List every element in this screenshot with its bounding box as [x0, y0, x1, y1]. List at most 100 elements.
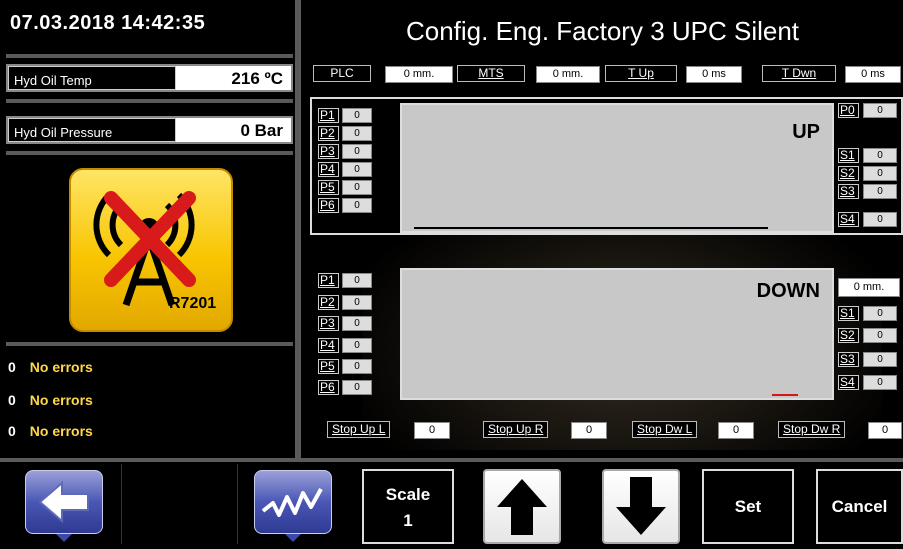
trend-button[interactable] [254, 470, 332, 534]
mts-value: 0 mm. [536, 66, 600, 83]
up-s1-value[interactable]: 0 [863, 148, 897, 163]
divider [6, 151, 293, 155]
trend-graph-icon [261, 488, 323, 517]
down-p2-label: P2 [318, 295, 339, 310]
stop-dw-l-label: Stop Dw L [632, 421, 698, 438]
divider [121, 464, 122, 544]
up-p1-label: P1 [318, 108, 339, 123]
down-p3-label: P3 [318, 316, 339, 331]
error-line: 0 No errors [8, 359, 93, 375]
down-p2-value[interactable]: 0 [342, 295, 372, 310]
sensor-label: Hyd Oil Pressure [8, 118, 176, 142]
t-up-value: 0 ms [686, 66, 742, 83]
down-s3-value[interactable]: 0 [863, 352, 897, 367]
up-s4-label: S4 [838, 212, 859, 227]
down-p6-label: P6 [318, 380, 339, 395]
down-s1-label: S1 [838, 306, 859, 321]
error-line: 0 No errors [8, 392, 93, 408]
up-s3-value[interactable]: 0 [863, 184, 897, 199]
error-line: 0 No errors [8, 423, 93, 439]
alarm-code: R7201 [169, 295, 216, 312]
stop-up-r-value[interactable]: 0 [571, 422, 607, 439]
plc-value: 0 mm. [385, 66, 453, 83]
t-dwn-label: T Dwn [762, 65, 836, 82]
plc-label: PLC [313, 65, 371, 82]
cancel-button[interactable]: Cancel [816, 469, 903, 544]
move-up-button[interactable] [483, 469, 561, 544]
scale-button[interactable]: Scale 1 [362, 469, 454, 544]
hyd-oil-pressure-row: Hyd Oil Pressure 0 Bar [6, 116, 293, 144]
up-p2-label: P2 [318, 126, 339, 141]
down-p5-value[interactable]: 0 [342, 359, 372, 374]
stop-up-r-label: Stop Up R [483, 421, 549, 438]
up-p0-label: P0 [838, 103, 859, 118]
up-p3-label: P3 [318, 144, 339, 159]
up-p4-label: P4 [318, 162, 339, 177]
up-p2-value[interactable]: 0 [342, 126, 372, 141]
trend-button-tip [285, 534, 301, 542]
down-mm-value: 0 mm. [838, 278, 900, 297]
scale-label: Scale [385, 485, 431, 504]
down-p4-label: P4 [318, 338, 339, 353]
down-p5-label: P5 [318, 359, 339, 374]
down-s1-value[interactable]: 0 [863, 306, 897, 321]
down-p4-value[interactable]: 0 [342, 338, 372, 353]
up-p5-value[interactable]: 0 [342, 180, 372, 195]
down-s4-value[interactable]: 0 [863, 375, 897, 390]
down-s2-label: S2 [838, 328, 859, 343]
up-p6-value[interactable]: 0 [342, 198, 372, 213]
up-s2-label: S2 [838, 166, 859, 181]
divider [6, 54, 293, 58]
up-s2-value[interactable]: 0 [863, 166, 897, 181]
t-up-label: T Up [605, 65, 677, 82]
up-plot: UP [400, 103, 834, 233]
set-button[interactable]: Set [702, 469, 794, 544]
stop-dw-r-label: Stop Dw R [778, 421, 846, 438]
up-s3-label: S3 [838, 184, 859, 199]
back-button-tip [56, 534, 72, 542]
stop-up-l-value[interactable]: 0 [414, 422, 450, 439]
down-plot: DOWN [400, 268, 834, 400]
mts-label: MTS [457, 65, 525, 82]
down-p3-value[interactable]: 0 [342, 316, 372, 331]
up-s1-label: S1 [838, 148, 859, 163]
stop-dw-r-value[interactable]: 0 [868, 422, 902, 439]
divider [6, 99, 293, 103]
back-button[interactable] [25, 470, 103, 534]
up-title: UP [792, 121, 820, 143]
down-s4-label: S4 [838, 375, 859, 390]
move-down-button[interactable] [602, 469, 680, 544]
sensor-value: 216 ºC [231, 69, 283, 88]
up-p3-value[interactable]: 0 [342, 144, 372, 159]
sensor-value: 0 Bar [240, 121, 283, 140]
plot-line [414, 227, 768, 229]
down-s2-value[interactable]: 0 [863, 328, 897, 343]
config-panel: Config. Eng. Factory 3 UPC Silent PLC 0 … [302, 0, 903, 458]
alarm-button[interactable]: R7201 [69, 168, 233, 332]
up-s4-value[interactable]: 0 [863, 212, 897, 227]
datetime: 07.03.2018 14:42:35 [10, 12, 206, 34]
panel-divider [295, 0, 301, 458]
sensor-label: Hyd Oil Temp [8, 66, 176, 90]
down-s3-label: S3 [838, 352, 859, 367]
up-p4-value[interactable]: 0 [342, 162, 372, 177]
arrow-down-icon [616, 477, 666, 535]
divider [6, 342, 293, 346]
up-p0-value[interactable]: 0 [863, 103, 897, 118]
toolbar: Scale 1 Set Cancel [0, 458, 903, 549]
plot-marker [772, 394, 798, 396]
down-p6-value[interactable]: 0 [342, 380, 372, 395]
page-title: Config. Eng. Factory 3 UPC Silent [405, 16, 800, 46]
up-p1-value[interactable]: 0 [342, 108, 372, 123]
status-panel: 07.03.2018 14:42:35 Hyd Oil Temp 216 ºC … [0, 0, 296, 458]
down-p1-value[interactable]: 0 [342, 273, 372, 288]
divider [237, 464, 238, 544]
down-p1-label: P1 [318, 273, 339, 288]
t-dwn-value: 0 ms [845, 66, 901, 83]
back-arrow-icon [38, 480, 89, 524]
scale-value: 1 [403, 511, 413, 530]
arrow-up-icon [497, 479, 547, 535]
stop-dw-l-value[interactable]: 0 [718, 422, 754, 439]
antenna-disconnected-icon: R7201 [93, 191, 216, 312]
up-p6-label: P6 [318, 198, 339, 213]
